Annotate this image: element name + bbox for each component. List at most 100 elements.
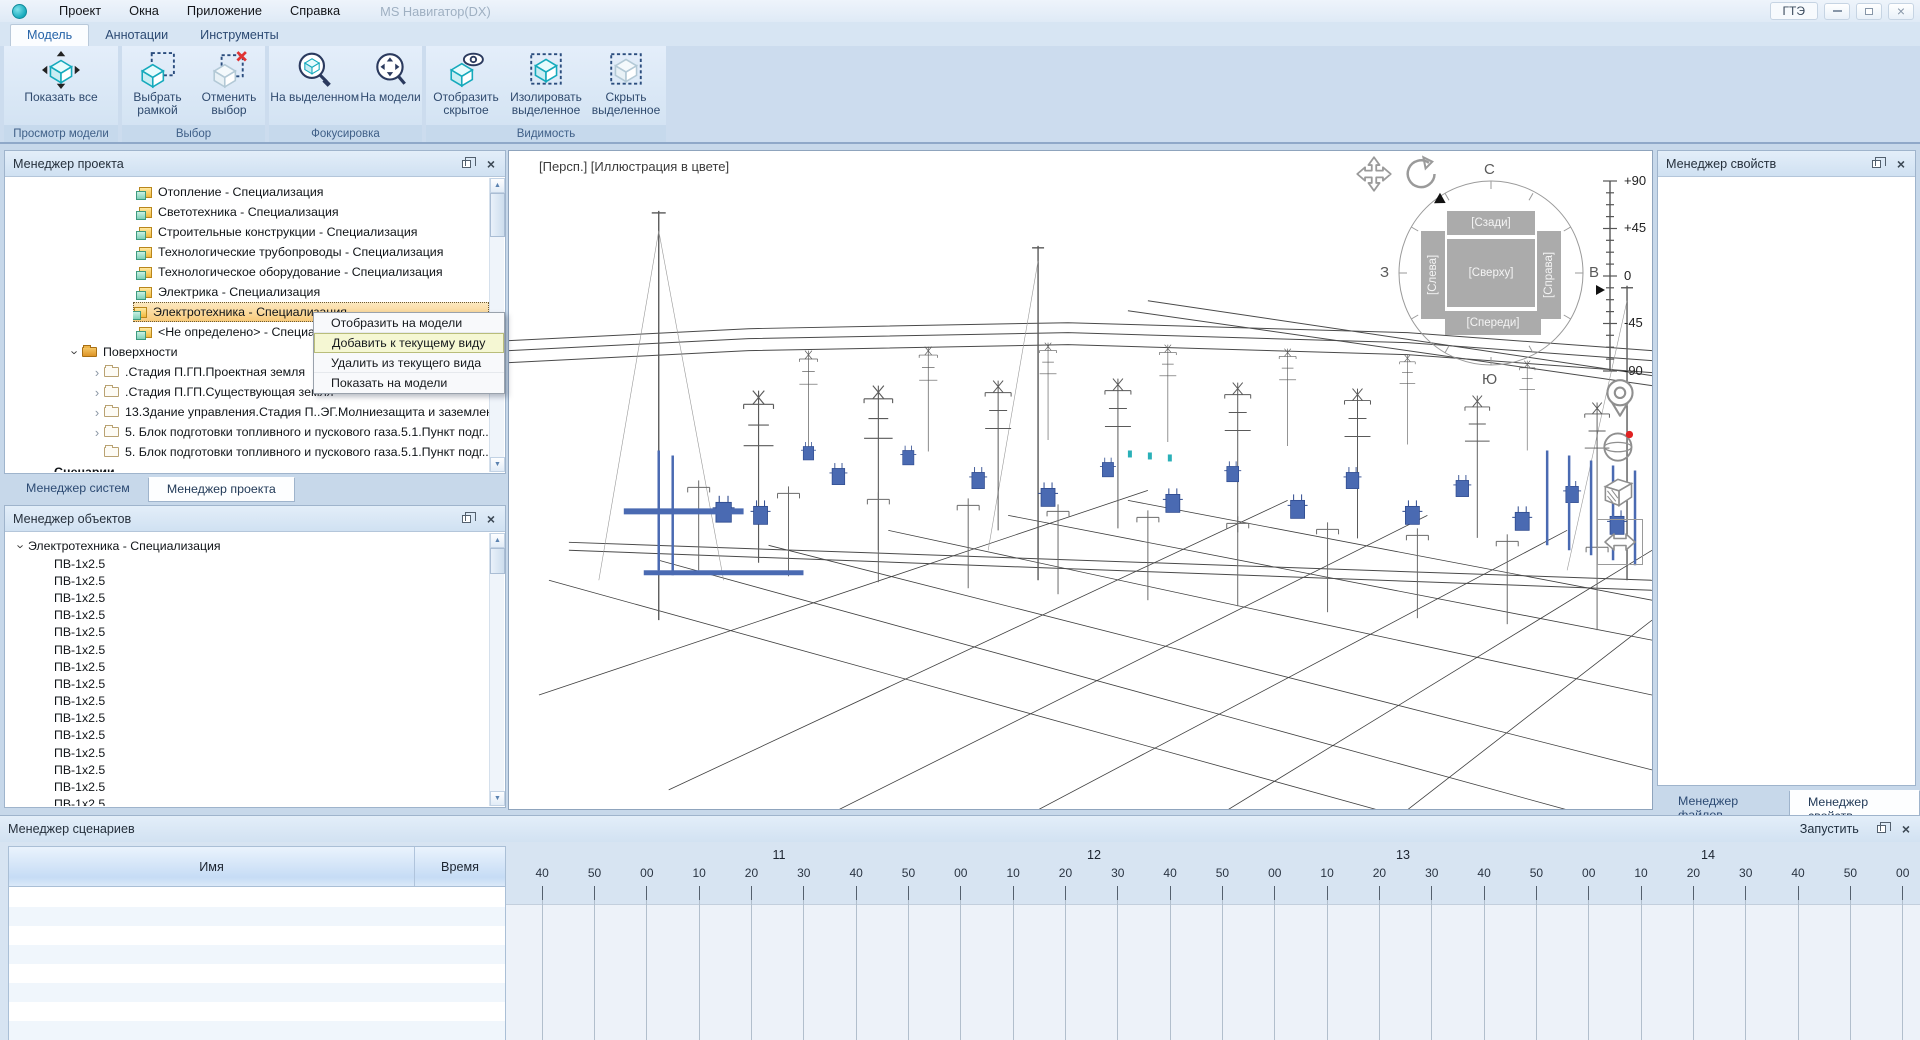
hide-selected-button[interactable]: Скрыть выделенное — [586, 49, 666, 117]
close-panel-icon[interactable] — [1900, 822, 1912, 836]
view-front-button[interactable]: [Спереди] — [1445, 311, 1541, 335]
close-button[interactable] — [1888, 3, 1914, 20]
scroll-thumb[interactable] — [490, 548, 505, 574]
object-list-item[interactable]: ПВ-1х2.5 — [6, 607, 489, 624]
angle-scale[interactable]: +90 +45 0 -45 -90 — [1596, 171, 1653, 383]
expander-icon[interactable] — [68, 345, 83, 359]
locate-icon[interactable] — [1597, 375, 1643, 421]
tree-item[interactable]: Светотехника - Специализация — [6, 202, 489, 222]
menu-bar: ПроектОкнаПриложениеСправка — [45, 0, 354, 22]
scroll-down-icon[interactable] — [490, 457, 505, 472]
show-all-button[interactable]: Показать все — [24, 49, 97, 104]
run-scenario-button[interactable]: Запустить — [1800, 822, 1859, 836]
tab-system-manager[interactable]: Менеджер систем — [8, 477, 148, 502]
scenario-table-rows[interactable] — [9, 888, 505, 1040]
compass-south[interactable]: Ю — [1482, 371, 1497, 388]
tree-item[interactable]: 5. Блок подготовки топливного и пусковог… — [6, 442, 489, 462]
object-list-item[interactable]: ПВ-1х2.5 — [6, 710, 489, 727]
orbit-sphere-icon[interactable] — [1597, 423, 1643, 469]
float-panel-icon[interactable] — [1877, 825, 1886, 833]
tree-item[interactable]: Технологическое оборудование - Специализ… — [6, 262, 489, 282]
close-panel-icon[interactable] — [485, 157, 497, 171]
menu-item[interactable]: Приложение — [173, 0, 276, 22]
object-list-item[interactable]: ПВ-1х2.5 — [6, 796, 489, 806]
menu-item-add-to-view[interactable]: Добавить к текущему виду — [314, 333, 504, 353]
restore-button[interactable] — [1856, 3, 1882, 20]
object-list-item[interactable]: ПВ-1х2.5 — [6, 761, 489, 778]
view-right-button[interactable]: [Справа] — [1537, 231, 1561, 319]
close-panel-icon[interactable] — [1895, 157, 1907, 171]
menu-item[interactable]: Проект — [45, 0, 115, 22]
expander-icon[interactable] — [90, 385, 104, 400]
scroll-thumb[interactable] — [490, 193, 505, 237]
expander-icon[interactable] — [90, 365, 104, 380]
pan-horizontal-icon[interactable] — [1597, 519, 1643, 565]
compass-rose[interactable]: С Ю З В [Сзади] [Слева] [Сверху] [Справа… — [1383, 165, 1599, 381]
object-list-item[interactable]: ПВ-1х2.5 — [6, 589, 489, 606]
object-list-item[interactable]: ПВ-1х2.5 — [6, 555, 489, 572]
minimize-button[interactable] — [1824, 3, 1850, 20]
timeline-ruler[interactable]: 11 12 13 14 40 50 — [506, 846, 1920, 1040]
show-hidden-button[interactable]: Отобразить скрытое — [426, 49, 506, 117]
menu-item-show-on-model[interactable]: Показать на модели — [314, 373, 504, 393]
menu-item[interactable]: Справка — [276, 0, 354, 22]
tree-item[interactable]: Строительные конструкции - Специализация — [6, 222, 489, 242]
pan-icon[interactable] — [1355, 155, 1393, 193]
tab-model[interactable]: Модель — [10, 24, 89, 46]
profile-badge[interactable]: ГТЭ — [1770, 2, 1818, 20]
orbit-icon[interactable] — [1401, 155, 1439, 193]
tab-project-manager[interactable]: Менеджер проекта — [148, 477, 295, 502]
object-list-item[interactable]: ПВ-1х2.5 — [6, 572, 489, 589]
float-panel-icon[interactable] — [462, 515, 471, 523]
properties-panel-titlebar: Менеджер свойств — [1658, 151, 1915, 177]
hour-label: 12 — [1087, 848, 1101, 862]
object-list-item[interactable]: ПВ-1х2.5 — [6, 727, 489, 744]
object-list-item[interactable]: ПВ-1х2.5 — [6, 744, 489, 761]
expander-icon[interactable] — [90, 425, 104, 440]
tree-item[interactable]: Электрика - Специализация — [6, 282, 489, 302]
select-frame-button[interactable]: Выбрать рамкой — [122, 49, 193, 117]
object-list-item[interactable]: ПВ-1х2.5 — [6, 778, 489, 795]
tree-item-scenarios[interactable]: Сценарии — [6, 462, 489, 472]
menu-item[interactable]: Окна — [115, 0, 173, 22]
view-left-button[interactable]: [Слева] — [1421, 231, 1445, 319]
scroll-down-icon[interactable] — [490, 791, 505, 806]
object-list-item[interactable]: ПВ-1х2.5 — [6, 693, 489, 710]
object-list-item[interactable]: ПВ-1х2.5 — [6, 641, 489, 658]
object-list-item[interactable]: ПВ-1х2.5 — [6, 658, 489, 675]
column-time[interactable]: Время — [415, 847, 505, 886]
float-panel-icon[interactable] — [1872, 160, 1881, 168]
column-name[interactable]: Имя — [9, 847, 415, 886]
tab-annotations[interactable]: Аннотации — [89, 25, 184, 46]
view-back-button[interactable]: [Сзади] — [1447, 211, 1535, 235]
objects-root-item[interactable]: Электротехника - Специализация — [6, 537, 489, 555]
app-logo-icon[interactable] — [12, 4, 27, 19]
expander-icon[interactable] — [90, 405, 104, 420]
tree-item[interactable]: Отопление - Специализация — [6, 182, 489, 202]
tree-item[interactable]: 13.Здание управления.Стадия П..ЭГ.Молние… — [6, 402, 489, 422]
expander-icon[interactable] — [14, 539, 29, 553]
float-panel-icon[interactable] — [462, 160, 471, 168]
cancel-selection-button[interactable]: Отменить выбор — [193, 49, 265, 117]
menu-item-remove-from-view[interactable]: Удалить из текущего вида — [314, 353, 504, 373]
scroll-up-icon[interactable] — [490, 178, 505, 193]
zoom-selected-button[interactable]: На выделенном — [270, 49, 359, 104]
window-title: MS Навигатор(DX) — [380, 4, 491, 19]
tab-tools[interactable]: Инструменты — [184, 25, 295, 46]
tree-item[interactable]: 5. Блок подготовки топливного и пусковог… — [6, 422, 489, 442]
object-list-item[interactable]: ПВ-1х2.5 — [6, 624, 489, 641]
menu-item-display-on-model[interactable]: Отобразить на модели — [314, 313, 504, 333]
isolate-selected-button[interactable]: Изолировать выделенное — [506, 49, 586, 117]
scroll-up-icon[interactable] — [490, 533, 505, 548]
compass-west[interactable]: З — [1380, 264, 1389, 281]
isometric-cube-icon[interactable] — [1597, 471, 1643, 517]
view-top-button[interactable]: [Сверху] — [1447, 239, 1535, 307]
model-viewport[interactable]: [Персп.] [Иллюстрация в цвете] — [508, 150, 1653, 810]
close-panel-icon[interactable] — [485, 512, 497, 526]
compass-north[interactable]: С — [1484, 161, 1495, 178]
objects-scrollbar[interactable] — [489, 533, 504, 806]
timeline-tick: 00 — [621, 866, 673, 1040]
tree-item[interactable]: Технологические трубопроводы - Специализ… — [6, 242, 489, 262]
object-list-item[interactable]: ПВ-1х2.5 — [6, 675, 489, 692]
zoom-model-button[interactable]: На модели — [360, 49, 420, 104]
